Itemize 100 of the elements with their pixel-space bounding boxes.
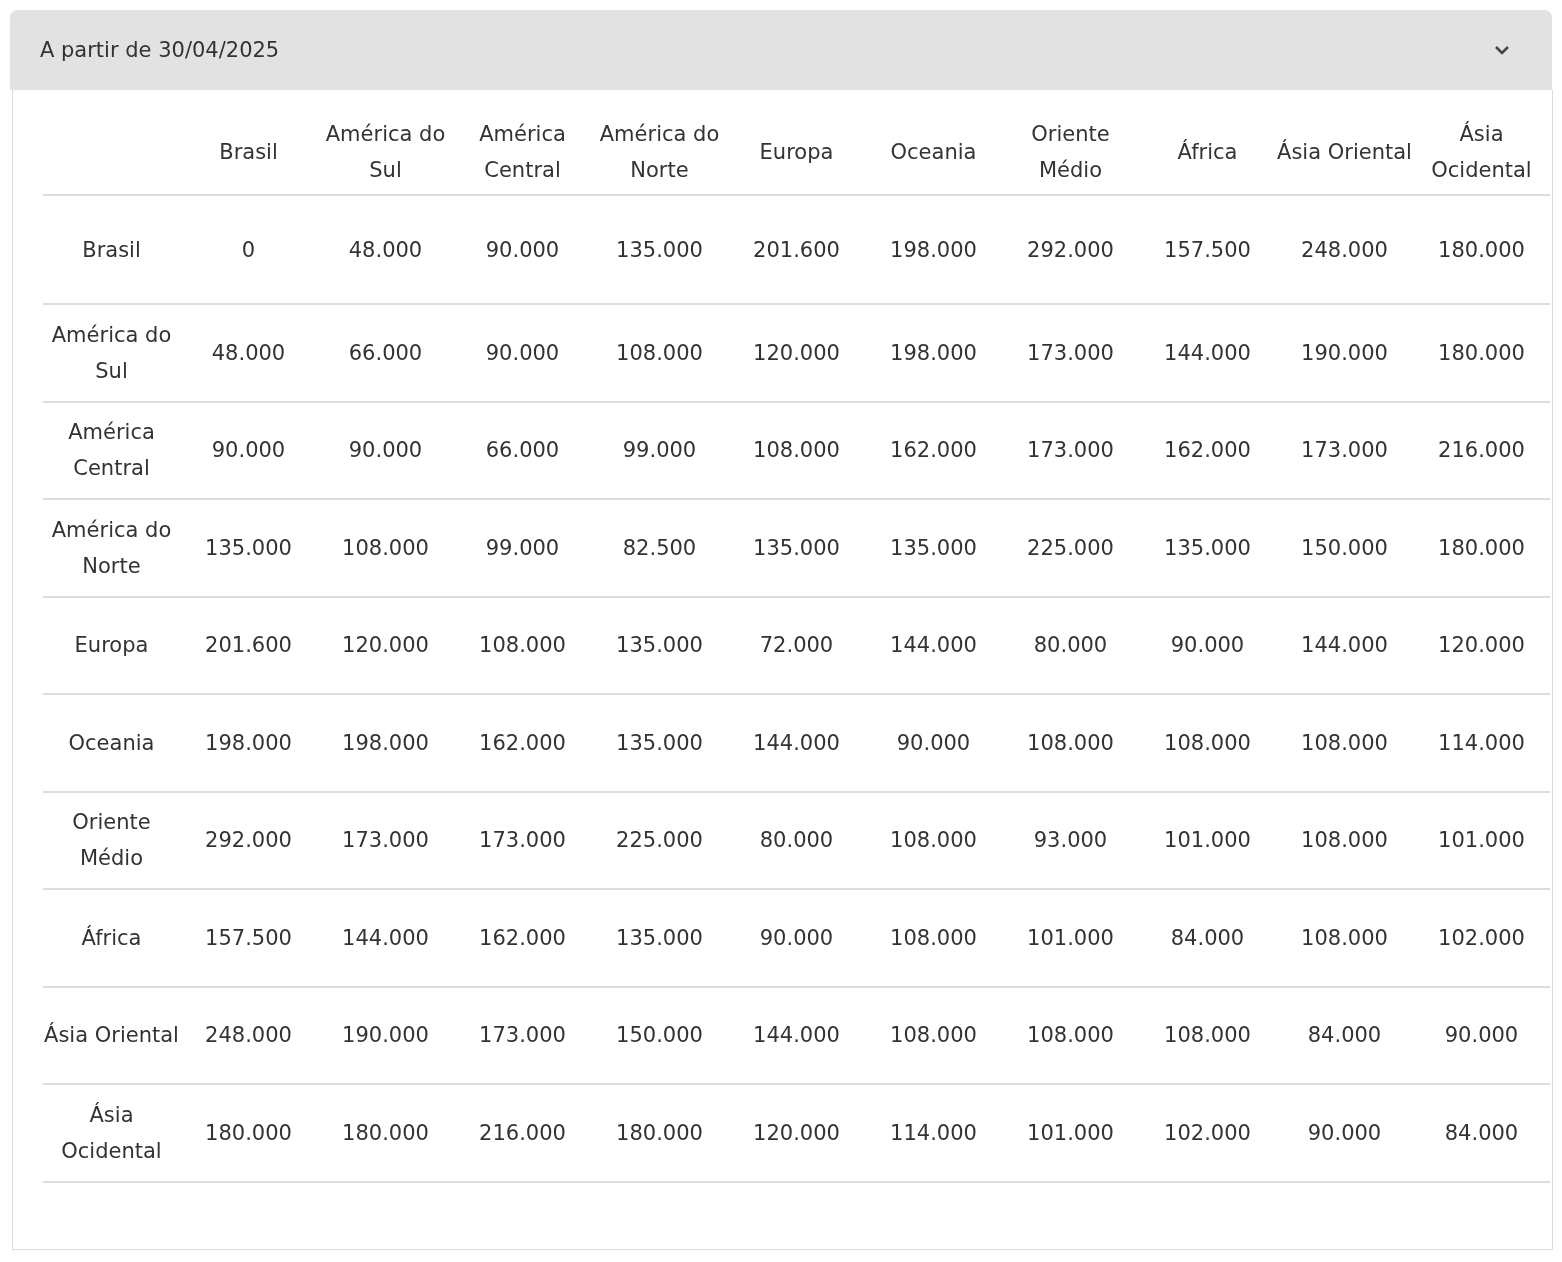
table-cell: 173.000 [1276,401,1413,499]
table-cell: 114.000 [865,1084,1002,1182]
table-cell: 190.000 [317,986,454,1084]
table-cell: 225.000 [1002,499,1139,597]
table-cell: 180.000 [1413,195,1550,304]
table-cell: 150.000 [1276,499,1413,597]
table-cell: 135.000 [180,499,317,597]
column-header: Ásia Oriental [1276,110,1413,195]
table-cell: 144.000 [317,889,454,987]
table-cell: 108.000 [865,889,1002,987]
table-cell: 216.000 [454,1084,591,1182]
table-cell: 198.000 [317,694,454,792]
table-cell: 84.000 [1413,1084,1550,1182]
table-cell: 162.000 [454,889,591,987]
table-cell: 144.000 [1276,596,1413,694]
table-cell: 108.000 [1276,889,1413,987]
table-cell: 108.000 [317,499,454,597]
table-cell: 173.000 [1002,304,1139,402]
table-cell: 90.000 [865,694,1002,792]
table-cell: 135.000 [591,596,728,694]
table-cell: 90.000 [454,195,591,304]
column-header: Oceania [865,110,1002,195]
table-cell: 99.000 [454,499,591,597]
column-header: América do Norte [591,110,728,195]
table-cell: 108.000 [1002,986,1139,1084]
table-cell: 248.000 [180,986,317,1084]
table-cell: 114.000 [1413,694,1550,792]
table-cell: 190.000 [1276,304,1413,402]
accordion-header[interactable]: A partir de 30/04/2025 [10,10,1552,90]
table-cell: 225.000 [591,791,728,889]
table-cell: 135.000 [865,499,1002,597]
table-cell: 90.000 [180,401,317,499]
table-cell: 108.000 [454,596,591,694]
table-cell: 216.000 [1413,401,1550,499]
table-cell: 82.500 [591,499,728,597]
table-cell: 292.000 [180,791,317,889]
table-cell: 157.500 [1139,195,1276,304]
table-cell: 108.000 [865,791,1002,889]
table-cell: 108.000 [1139,986,1276,1084]
table-cell: 48.000 [180,304,317,402]
table-cell: 101.000 [1413,791,1550,889]
table-cell: 120.000 [728,304,865,402]
column-header: Ásia Ocidental [1413,110,1550,195]
table-cell: 108.000 [865,986,1002,1084]
table-cell: 180.000 [1413,499,1550,597]
table-cell: 90.000 [1276,1084,1413,1182]
table-cell: 180.000 [180,1084,317,1182]
table-cell: 99.000 [591,401,728,499]
table-cell: 108.000 [1139,694,1276,792]
table-cell: 144.000 [1139,304,1276,402]
table-cell: 144.000 [728,694,865,792]
row-header: Ásia Oriental [43,986,180,1084]
column-header: Europa [728,110,865,195]
table-cell: 0 [180,195,317,304]
table-cell: 144.000 [865,596,1002,694]
table-cell: 292.000 [1002,195,1139,304]
table-cell: 90.000 [454,304,591,402]
table-cell: 201.600 [728,195,865,304]
table-cell: 135.000 [591,195,728,304]
table-cell: 101.000 [1002,1084,1139,1182]
table-cell: 248.000 [1276,195,1413,304]
table-cell: 162.000 [454,694,591,792]
row-header: América do Sul [43,304,180,402]
table-cell: 173.000 [1002,401,1139,499]
table-cell: 135.000 [591,889,728,987]
table-cell: 173.000 [454,986,591,1084]
table-cell: 108.000 [1276,791,1413,889]
table-cell: 173.000 [454,791,591,889]
table-cell: 90.000 [317,401,454,499]
table-cell: 135.000 [591,694,728,792]
table-cell: 150.000 [591,986,728,1084]
table-cell: 101.000 [1002,889,1139,987]
table-cell: 120.000 [728,1084,865,1182]
table-cell: 66.000 [317,304,454,402]
column-header: América Central [454,110,591,195]
table-cell: 180.000 [317,1084,454,1182]
table-cell: 90.000 [728,889,865,987]
table-cell: 84.000 [1276,986,1413,1084]
row-header: Oriente Médio [43,791,180,889]
table-cell: 108.000 [1276,694,1413,792]
table-cell: 173.000 [317,791,454,889]
column-header: América do Sul [317,110,454,195]
table-cell: 198.000 [180,694,317,792]
table-cell: 72.000 [728,596,865,694]
table-cell: 120.000 [317,596,454,694]
table-cell: 101.000 [1139,791,1276,889]
table-cell: 90.000 [1139,596,1276,694]
table-cell: 198.000 [865,304,1002,402]
table-cell: 80.000 [728,791,865,889]
table-cell: 80.000 [1002,596,1139,694]
table-cell: 180.000 [1413,304,1550,402]
row-header: Ásia Ocidental [43,1084,180,1182]
table-cell: 201.600 [180,596,317,694]
table-cell: 66.000 [454,401,591,499]
table-cell: 93.000 [1002,791,1139,889]
table-cell: 102.000 [1413,889,1550,987]
table-cell: 135.000 [728,499,865,597]
table-cell: 84.000 [1139,889,1276,987]
table-cell: 144.000 [728,986,865,1084]
row-header: Europa [43,596,180,694]
